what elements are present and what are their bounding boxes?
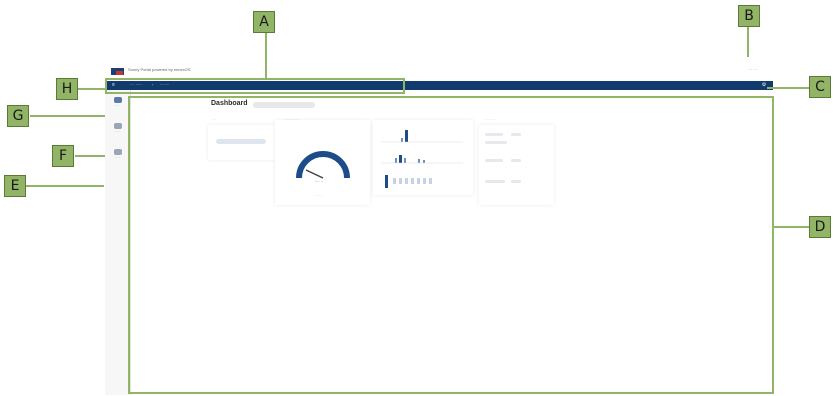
callout-line-a xyxy=(265,33,267,80)
app-logo-accent xyxy=(116,71,123,75)
callout-line-g xyxy=(30,115,105,117)
callout-line-e xyxy=(26,185,104,187)
user-menu[interactable]: ··· ··· xyxy=(748,67,757,72)
callout-line-d xyxy=(774,226,810,228)
callout-line-c xyxy=(767,87,810,89)
content-area-highlight xyxy=(128,96,774,394)
app-title: Sunny Portal powered by ennexOS xyxy=(128,67,191,72)
callout-d: D xyxy=(809,216,831,238)
settings-icon xyxy=(113,149,122,155)
breadcrumb-highlight xyxy=(105,78,405,94)
callout-line-h xyxy=(78,88,106,90)
dashboard-icon xyxy=(113,97,122,103)
sidebar-item-dashboard[interactable]: ········ xyxy=(109,96,126,110)
sidebar-item-user[interactable]: ········ xyxy=(109,122,126,136)
callout-f: F xyxy=(52,145,74,167)
callout-c: C xyxy=(809,76,831,98)
callout-a: A xyxy=(253,11,275,33)
user-icon xyxy=(113,123,122,129)
sidebar-item-label: ········ xyxy=(114,104,121,107)
callout-line-f xyxy=(75,155,105,157)
sidebar-item-label: ········ xyxy=(114,130,121,133)
callout-b: B xyxy=(738,5,760,27)
callout-e: E xyxy=(4,175,26,197)
callout-g: G xyxy=(7,105,29,127)
sidebar-item-label: ········ xyxy=(114,156,121,159)
callout-h: H xyxy=(56,78,78,100)
sidebar-item-settings[interactable]: ········ xyxy=(109,148,126,162)
callout-line-b xyxy=(747,27,749,57)
